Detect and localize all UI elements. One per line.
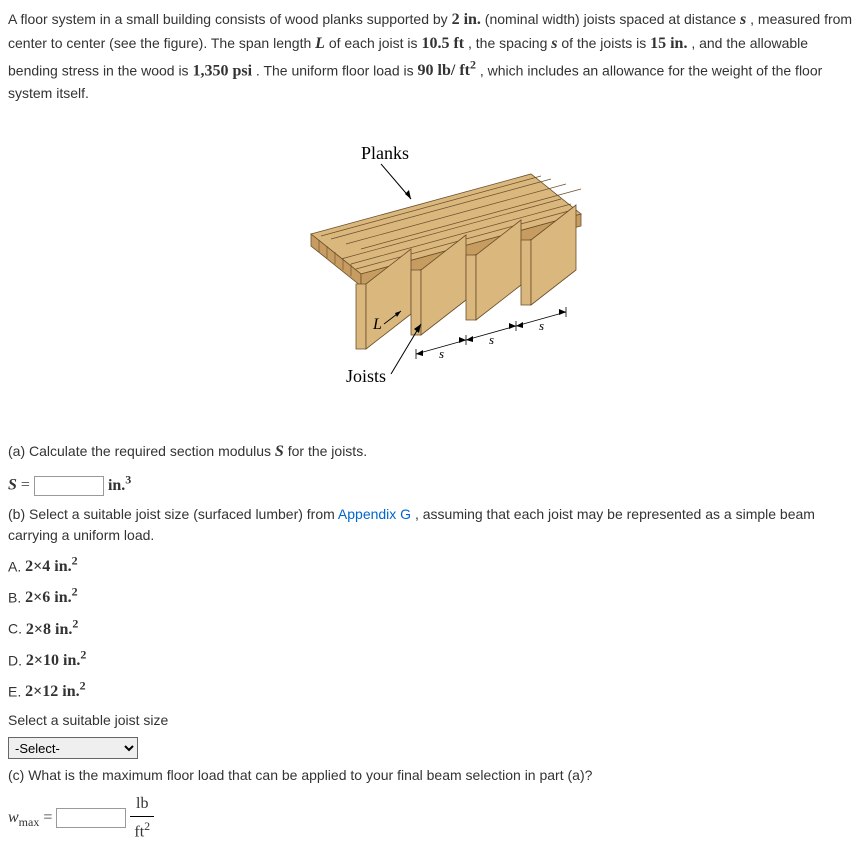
part-a: (a) Calculate the required section modul…	[8, 440, 854, 464]
eq-op: =	[21, 477, 34, 494]
unit: in.3	[108, 477, 131, 494]
text: (nominal width) joists spaced at distanc…	[485, 11, 740, 27]
dim-s3: s	[539, 318, 544, 333]
wmax-input[interactable]	[56, 808, 126, 828]
dim-L: L	[372, 316, 382, 333]
text: A floor system in a small building consi…	[8, 11, 452, 27]
section-modulus-input[interactable]	[34, 476, 104, 496]
text: of the joists is	[561, 35, 650, 51]
var-s: s	[740, 11, 746, 28]
value-stress: 1,350 psi	[192, 62, 252, 79]
dim-s1: s	[439, 346, 444, 361]
floor-system-figure: Planks Joists L	[251, 124, 611, 414]
part-a-equation: S = in.3	[8, 470, 854, 497]
part-b: (b) Select a suitable joist size (surfac…	[8, 504, 854, 546]
problem-statement: A floor system in a small building consi…	[8, 8, 854, 104]
var-s: s	[551, 35, 557, 52]
unit-fraction: lb ft2	[130, 792, 154, 844]
dim-s2: s	[489, 332, 494, 347]
part-c-equation: wmax = lb ft2	[8, 792, 854, 844]
value-span: 10.5 ft	[421, 35, 464, 52]
value-width: 2 in.	[452, 11, 481, 28]
eq-op: =	[43, 806, 52, 830]
option-b: B. 2×6 in.2	[8, 583, 854, 610]
eq-S: S	[8, 477, 17, 494]
part-b-text1: (b) Select a suitable joist size (surfac…	[8, 506, 338, 522]
value-spacing: 15 in.	[650, 35, 687, 52]
text: . The uniform floor load is	[256, 62, 418, 78]
planks-label: Planks	[361, 143, 409, 163]
joists-label: Joists	[346, 366, 386, 386]
var-S: S	[275, 443, 284, 460]
part-a-text: (a) Calculate the required section modul…	[8, 443, 275, 459]
option-c: C. 2×8 in.2	[8, 614, 854, 641]
option-d: D. 2×10 in.2	[8, 646, 854, 673]
option-a: A. 2×4 in.2	[8, 552, 854, 579]
text: of each joist is	[329, 35, 422, 51]
option-e: E. 2×12 in.2	[8, 677, 854, 704]
part-a-text2: for the joists.	[288, 443, 367, 459]
text: , the spacing	[468, 35, 551, 51]
var-L: L	[315, 35, 325, 52]
value-load: 90 lb/ ft2	[418, 62, 476, 79]
select-label: Select a suitable joist size	[8, 710, 854, 731]
joist-size-select[interactable]: -Select-	[8, 737, 138, 759]
options-list: A. 2×4 in.2 B. 2×6 in.2 C. 2×8 in.2 D. 2…	[8, 552, 854, 705]
part-c: (c) What is the maximum floor load that …	[8, 765, 854, 786]
figure-container: Planks Joists L	[8, 124, 854, 420]
var-wmax: wmax	[8, 806, 39, 831]
appendix-link[interactable]: Appendix G	[338, 506, 411, 522]
